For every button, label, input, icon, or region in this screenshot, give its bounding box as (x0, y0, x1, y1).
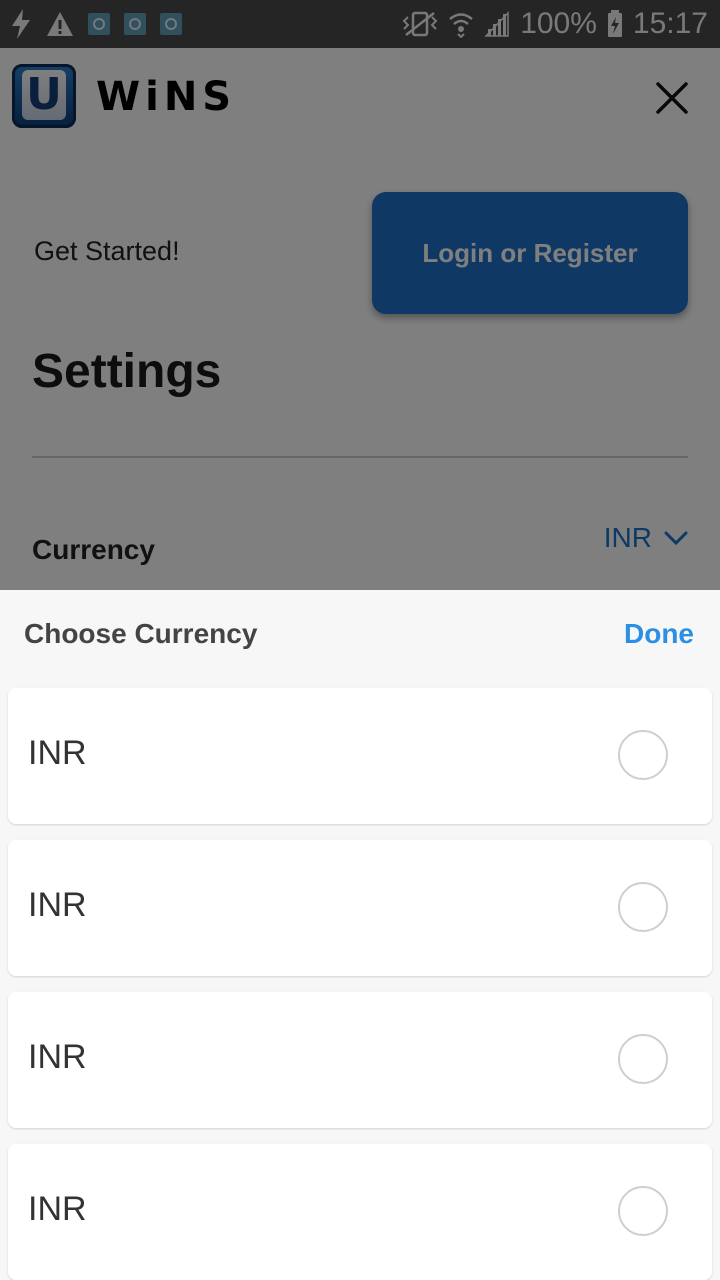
radio-button[interactable] (618, 1034, 668, 1084)
currency-option-label: INR (28, 734, 87, 772)
currency-option-label: INR (28, 886, 87, 924)
modal-scrim[interactable] (0, 0, 720, 590)
sheet-title: Choose Currency (24, 618, 258, 649)
radio-button[interactable] (618, 730, 668, 780)
radio-button[interactable] (618, 882, 668, 932)
currency-option-label: INR (28, 1190, 87, 1228)
radio-button[interactable] (618, 1186, 668, 1236)
currency-option[interactable]: INR (8, 688, 712, 824)
currency-option[interactable]: INR (8, 840, 712, 976)
done-button[interactable]: Done (624, 618, 694, 650)
currency-option-label: INR (28, 1038, 87, 1076)
currency-picker-sheet: Choose Currency Done INR INR INR INR (0, 590, 720, 1280)
currency-option[interactable]: INR (8, 1144, 712, 1280)
currency-option[interactable]: INR (8, 992, 712, 1128)
